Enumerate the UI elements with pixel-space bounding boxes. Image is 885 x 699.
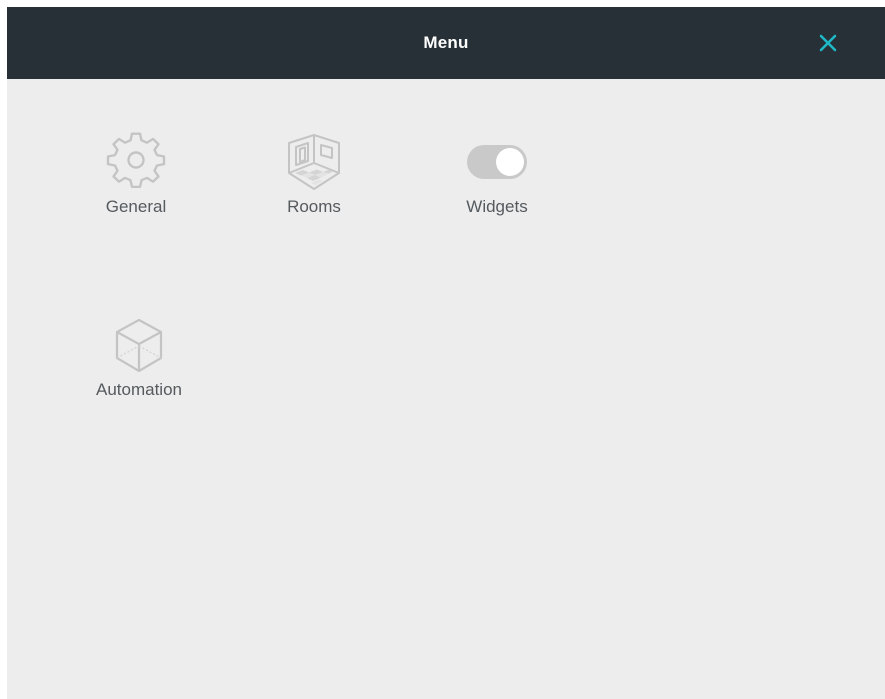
menu-item-rooms[interactable]: Rooms [249,131,379,241]
menu-item-label: Rooms [287,197,341,216]
menu-window: Menu General Rooms Widgets Automation [7,7,885,699]
cube-icon [115,318,163,373]
gear-icon [106,132,166,189]
menu-item-label: Automation [96,380,182,399]
menu-item-automation[interactable]: Automation [74,314,204,424]
toggle-icon [467,145,527,179]
close-button[interactable] [810,25,846,61]
menu-header: Menu [7,7,885,79]
menu-item-label: Widgets [466,197,528,216]
menu-item-general[interactable]: General [71,131,201,241]
close-icon [819,34,837,52]
menu-item-widgets[interactable]: Widgets [432,131,562,241]
menu-item-label: General [105,197,167,216]
room-icon [288,134,340,190]
header-title: Menu [423,33,469,52]
